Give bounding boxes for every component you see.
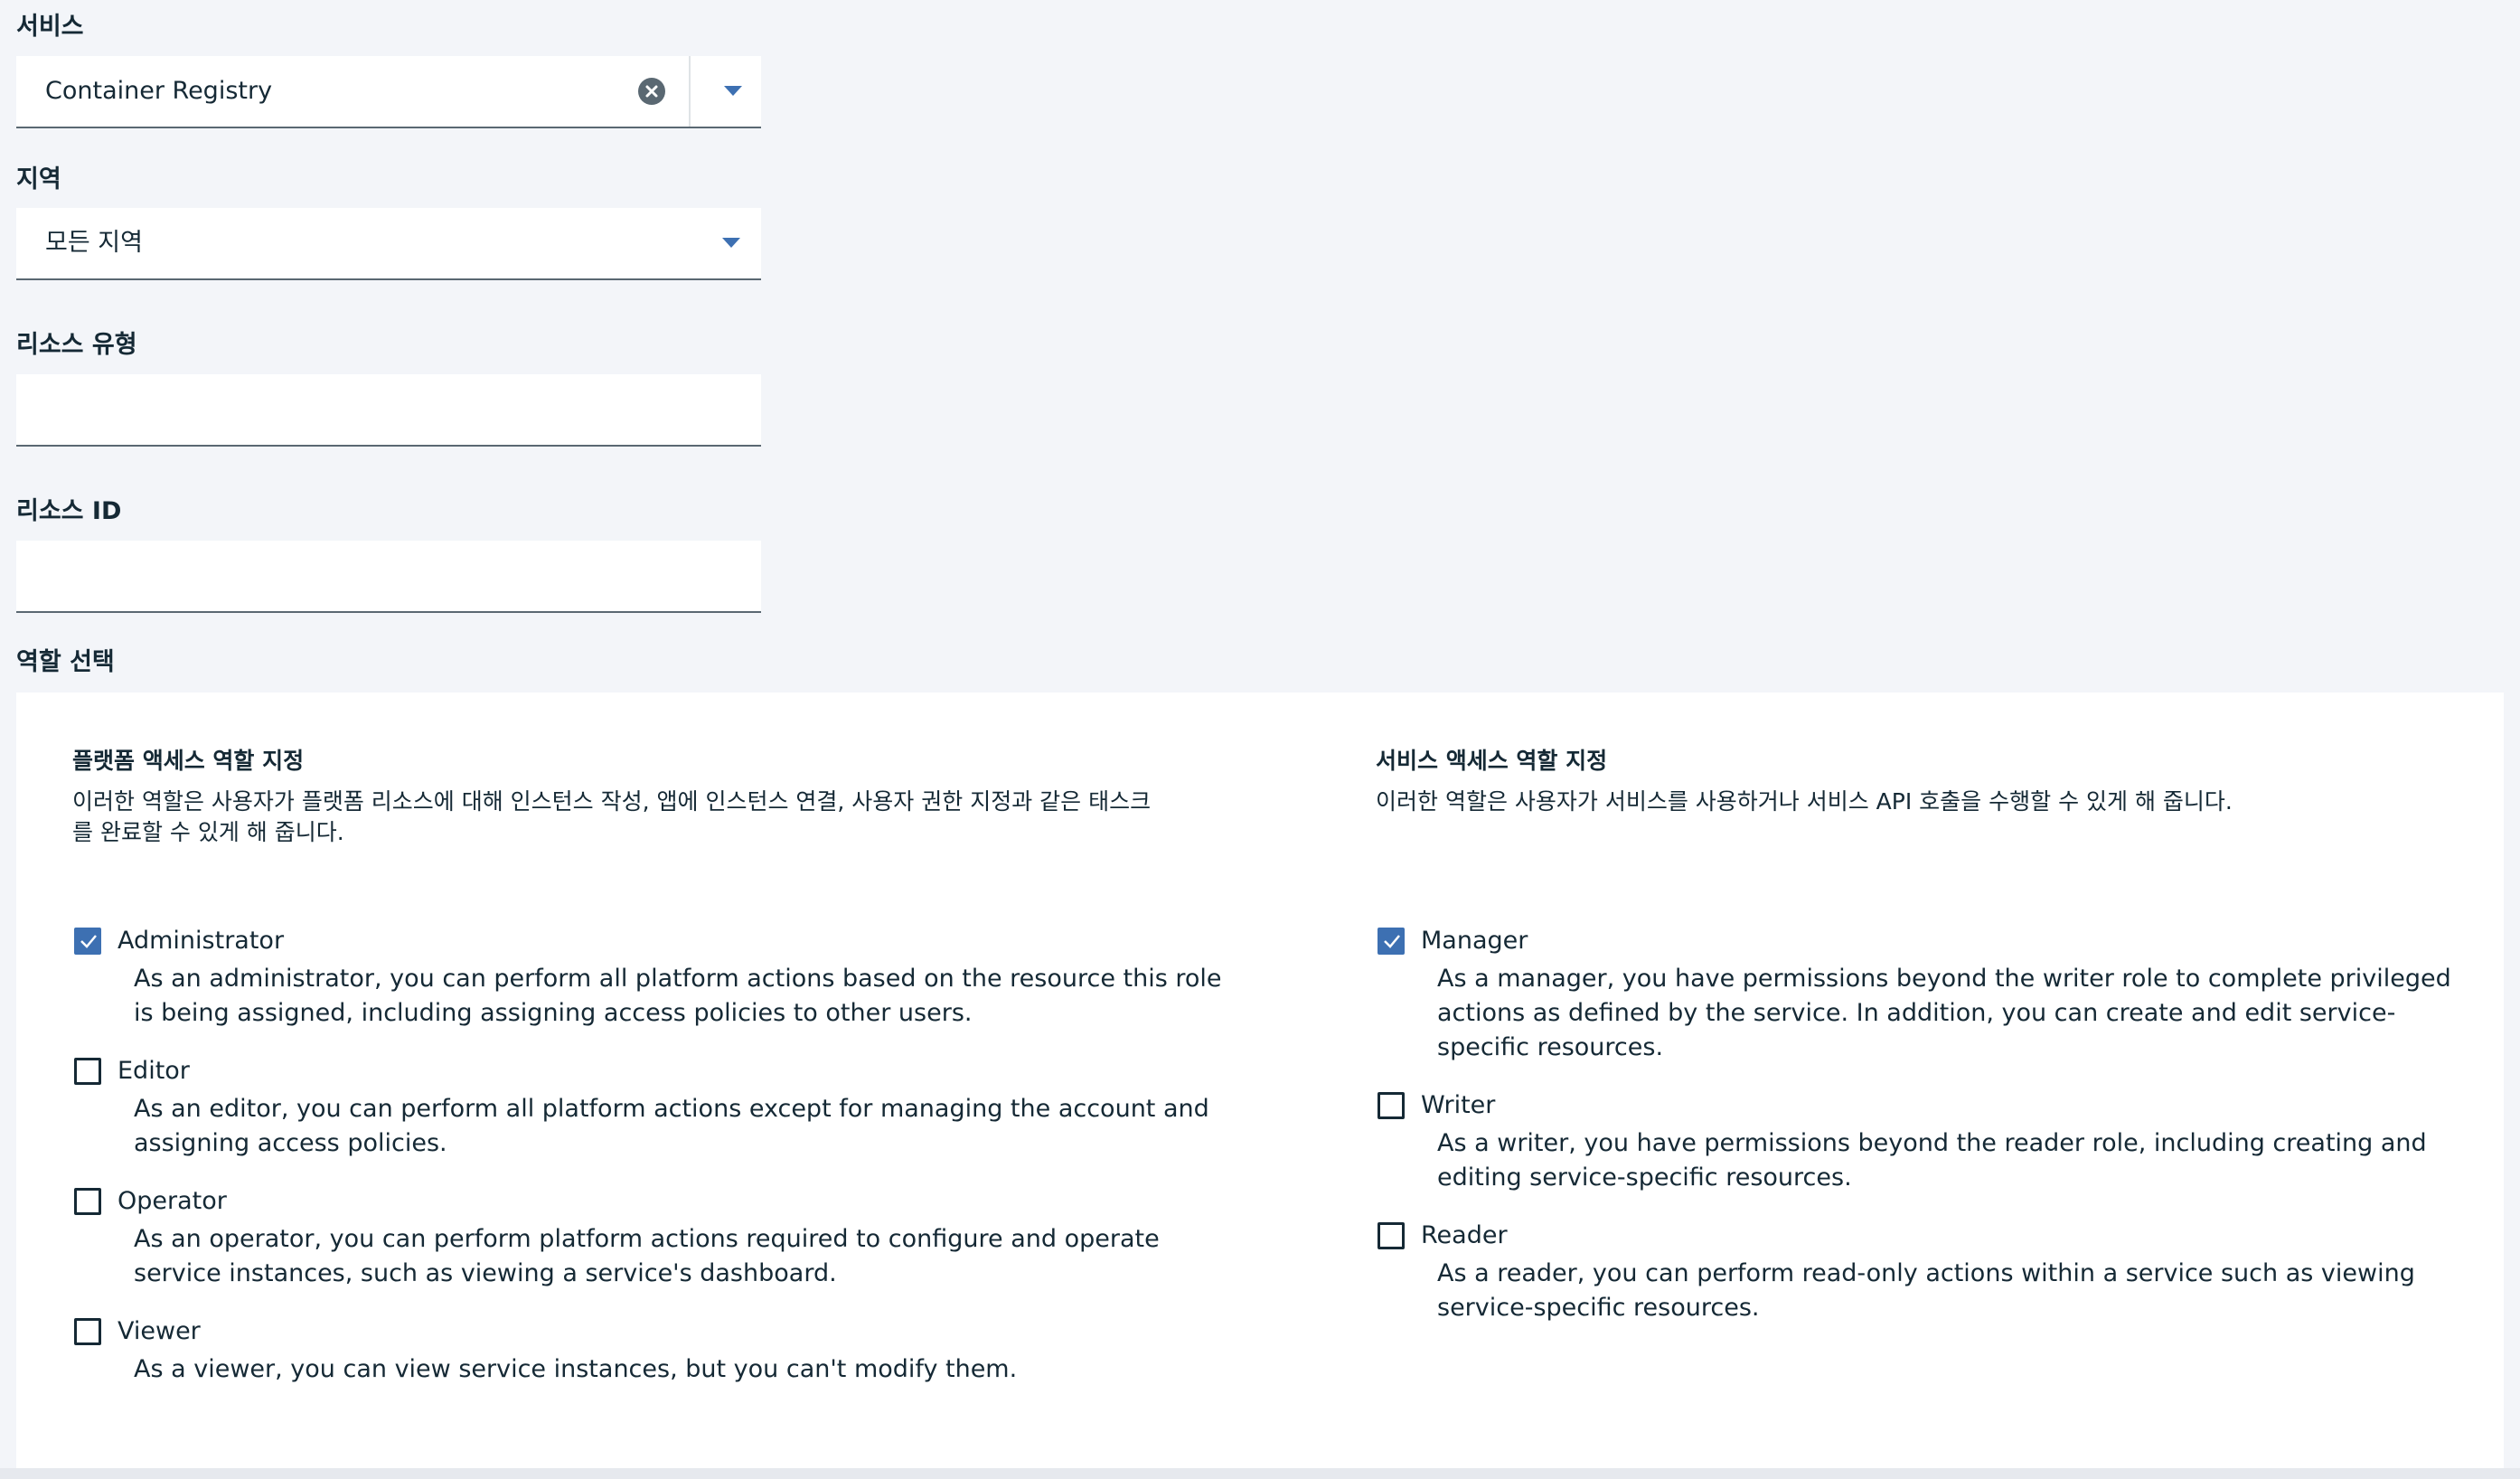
role-selection-label: 역할 선택 xyxy=(16,648,115,676)
role-name: Viewer xyxy=(118,1317,201,1345)
reader-checkbox[interactable] xyxy=(1378,1222,1405,1249)
editor-checkbox[interactable] xyxy=(74,1058,101,1085)
access-policy-form: 서비스 Container Registry 지역 모든 지역 리소스 유형 리… xyxy=(0,0,2520,1479)
role-description: As a viewer, you can view service instan… xyxy=(134,1355,1018,1383)
role-description: As an editor, you can perform all platfo… xyxy=(134,1095,1209,1157)
role-description: As a writer, you have permissions beyond… xyxy=(1437,1129,2427,1192)
role-name: Reader xyxy=(1421,1221,1508,1249)
role-name: Operator xyxy=(118,1187,227,1215)
service-roles-title: 서비스 액세스 역할 지정 xyxy=(1376,748,1608,774)
operator-checkbox[interactable] xyxy=(74,1188,101,1215)
resource-id-input[interactable] xyxy=(16,541,761,613)
chevron-down-icon[interactable] xyxy=(705,208,759,278)
chevron-down-icon[interactable] xyxy=(707,56,761,127)
region-value: 모든 지역 xyxy=(45,229,143,257)
service-value: Container Registry xyxy=(45,77,273,105)
resource-type-input[interactable] xyxy=(16,374,761,447)
combobox-divider xyxy=(689,56,691,127)
bottom-divider xyxy=(0,1468,2520,1479)
resource-type-label: 리소스 유형 xyxy=(16,331,137,359)
role-name: Writer xyxy=(1421,1091,1496,1119)
role-name: Editor xyxy=(118,1057,190,1085)
role-description: As an administrator, you can perform all… xyxy=(134,965,1222,1027)
resource-id-label: 리소스 ID xyxy=(16,497,122,525)
viewer-checkbox[interactable] xyxy=(74,1318,101,1345)
service-roles-description: 이러한 역할은 사용자가 서비스를 사용하거나 서비스 API 호출을 수행할 … xyxy=(1376,788,2233,815)
service-label: 서비스 xyxy=(16,13,84,41)
clear-selection-icon[interactable] xyxy=(638,78,665,105)
role-selection-panel: 플랫폼 액세스 역할 지정 이러한 역할은 사용자가 플랫폼 리소스에 대해 인… xyxy=(16,692,2504,1470)
role-name: Manager xyxy=(1421,927,1528,955)
manager-checkbox[interactable] xyxy=(1378,928,1405,955)
region-label: 지역 xyxy=(16,165,61,193)
service-combobox[interactable]: Container Registry xyxy=(16,56,761,128)
administrator-checkbox[interactable] xyxy=(74,928,101,955)
role-description: As a manager, you have permissions beyon… xyxy=(1437,965,2451,1061)
role-description: As a reader, you can perform read-only a… xyxy=(1437,1259,2415,1322)
platform-roles-description: 이러한 역할은 사용자가 플랫폼 리소스에 대해 인스턴스 작성, 앱에 인스턴… xyxy=(72,788,1152,845)
platform-roles-title: 플랫폼 액세스 역할 지정 xyxy=(72,748,305,774)
region-select[interactable]: 모든 지역 xyxy=(16,208,761,280)
role-name: Administrator xyxy=(118,927,285,955)
writer-checkbox[interactable] xyxy=(1378,1092,1405,1119)
role-description: As an operator, you can perform platform… xyxy=(134,1225,1160,1287)
